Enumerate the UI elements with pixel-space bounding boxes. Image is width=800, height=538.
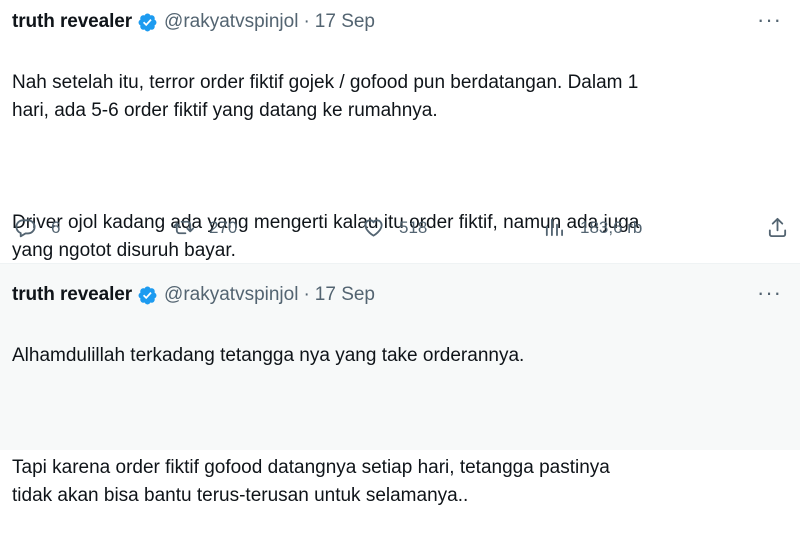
separator-dot: · [303,11,310,32]
reply-count: 6 [51,217,61,237]
retweet-count: 270 [209,217,238,237]
author-name[interactable]: truth revealer [12,11,132,33]
tweet-paragraph: Tapi karena order fiktif gofood datangny… [12,457,610,506]
tweet-text: Nah setelah itu, terror order fiktif goj… [12,41,788,293]
more-options-button[interactable]: ··· [757,282,782,304]
views-icon [545,218,563,237]
author-name[interactable]: truth revealer [12,284,132,306]
tweet-header: truth revealer @rakyatvspinjol · 17 Sep … [12,9,788,34]
verified-badge-icon[interactable] [137,285,158,306]
share-icon [768,217,787,238]
tweet-actions: 6 270 518 183,6 rb [0,216,800,244]
reply-button[interactable]: 6 [14,216,60,239]
share-button[interactable] [766,216,789,239]
retweet-icon [173,220,194,235]
tweet-date[interactable]: 17 Sep [315,284,375,306]
tweet[interactable]: truth revealer @rakyatvspinjol · 17 Sep … [0,0,800,263]
retweet-button[interactable]: 270 [172,216,237,239]
views-button[interactable]: 183,6 rb [543,216,642,239]
tweet-date[interactable]: 17 Sep [315,11,375,33]
tweet-paragraph: Nah setelah itu, terror order fiktif goj… [12,72,639,121]
author-handle[interactable]: @rakyatvspinjol [164,284,298,306]
tweet[interactable]: truth revealer @rakyatvspinjol · 17 Sep … [0,263,800,506]
author-handle[interactable]: @rakyatvspinjol [164,11,298,33]
tweet-header: truth revealer @rakyatvspinjol · 17 Sep … [12,282,788,307]
more-options-button[interactable]: ··· [757,9,782,31]
like-count: 518 [399,217,428,237]
heart-icon [364,219,383,237]
tweet-text: Alhamdulillah terkadang tetangga nya yan… [12,314,788,538]
separator-dot: · [303,284,310,305]
like-button[interactable]: 518 [362,216,427,239]
verified-badge-icon[interactable] [137,12,158,33]
view-count: 183,6 rb [580,217,643,237]
reply-icon [15,219,36,238]
tweet-paragraph: Alhamdulillah terkadang tetangga nya yan… [12,345,525,366]
